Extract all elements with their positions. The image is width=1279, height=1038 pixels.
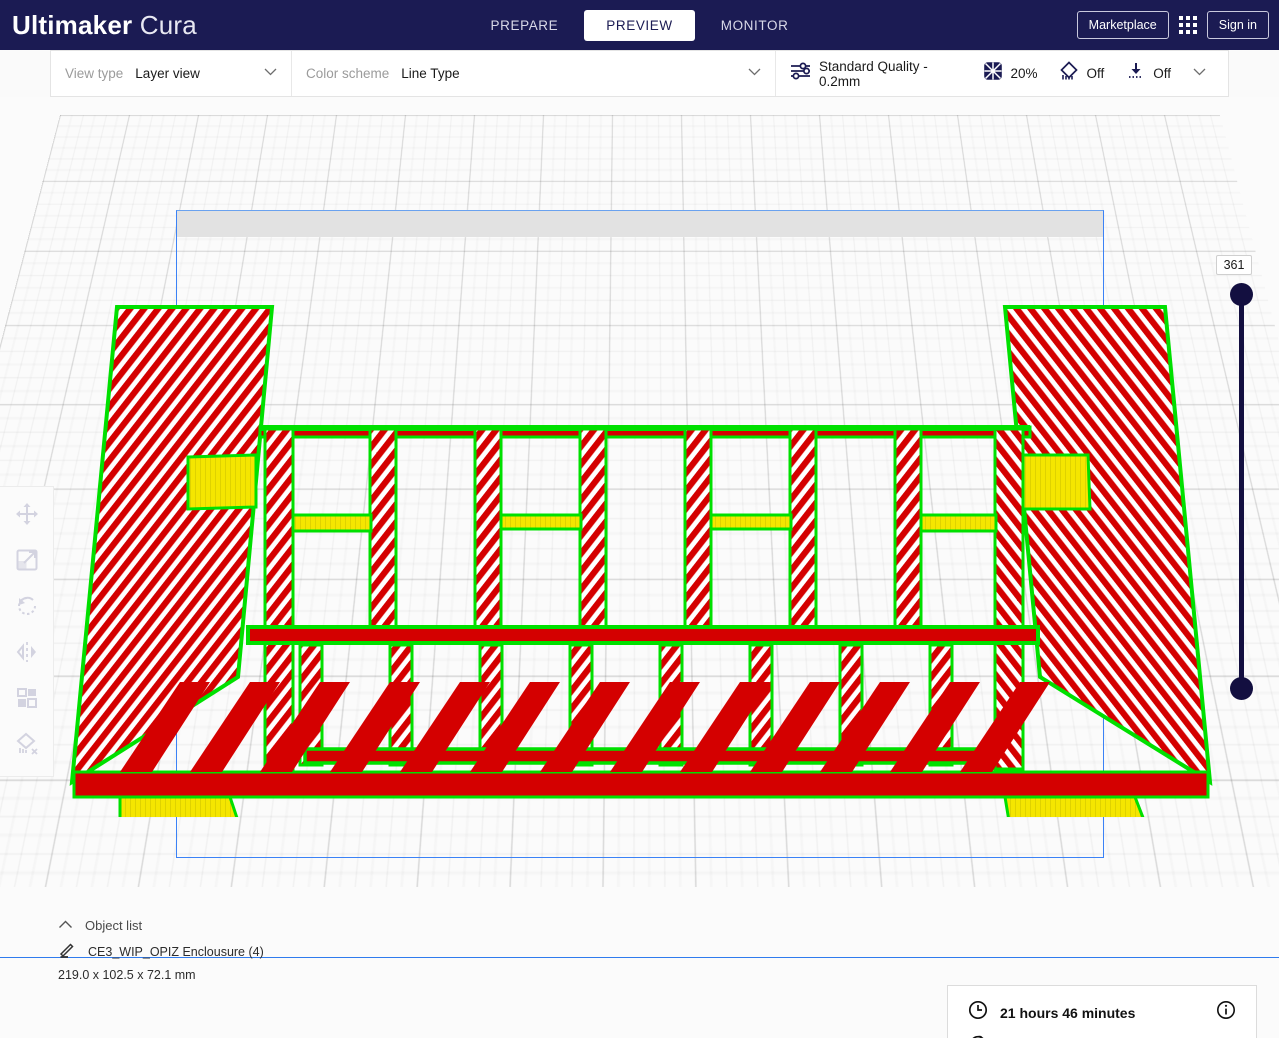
view-type-dropdown[interactable]: View type Layer view	[51, 51, 291, 96]
scale-tool[interactable]	[10, 545, 44, 579]
rotate-tool[interactable]	[10, 591, 44, 625]
adhesion-setting[interactable]: Off	[1126, 61, 1171, 86]
adhesion-value: Off	[1153, 66, 1171, 81]
print-setup-dropdown[interactable]: Standard Quality - 0.2mm 20% Off Off	[775, 51, 1228, 96]
tab-prepare[interactable]: PREPARE	[469, 10, 581, 41]
color-scheme-value: Line Type	[401, 66, 460, 81]
print-time-value: 21 hours 46 minutes	[1000, 1004, 1136, 1021]
header-actions: Marketplace Sign in	[1076, 0, 1269, 50]
per-model-settings-tool[interactable]	[10, 684, 44, 718]
adhesion-icon	[1126, 61, 1146, 86]
print-job-card: 21 hours 46 minutes	[947, 985, 1257, 1038]
object-dimensions: 219.0 x 102.5 x 72.1 mm	[58, 968, 196, 982]
tab-preview[interactable]: PREVIEW	[584, 9, 695, 41]
app-title: Ultimaker Cura	[12, 10, 197, 41]
model-floor	[72, 682, 1210, 817]
app-header: Ultimaker Cura PREPARE PREVIEW MONITOR M…	[0, 0, 1279, 50]
cura-window: Ultimaker Cura PREPARE PREVIEW MONITOR M…	[0, 0, 1279, 1038]
build-plate-viewport[interactable]: 361 Object list CE3_WIP_OPIZ Enclousure …	[0, 97, 1279, 1038]
view-type-label: View type	[65, 66, 124, 81]
infill-value: 20%	[1010, 66, 1038, 81]
brand-bold: Ultimaker	[12, 9, 133, 40]
model-right-panel	[1002, 305, 1213, 786]
move-tool[interactable]	[10, 499, 44, 533]
support-value: Off	[1086, 66, 1105, 81]
chevron-up-icon	[58, 916, 73, 934]
edit-pencil-icon[interactable]	[58, 941, 76, 964]
scale-icon	[15, 548, 39, 577]
layer-slider[interactable]: 361	[1216, 255, 1266, 885]
tab-monitor[interactable]: MONITOR	[699, 10, 811, 41]
view-type-value: Layer view	[135, 66, 200, 81]
mirror-icon	[15, 640, 39, 669]
object-list-toggle[interactable]: Object list	[58, 912, 478, 938]
per-model-settings-icon	[15, 686, 39, 715]
material-row: 100g · 33.54m	[968, 1033, 1236, 1038]
settings-bar: View type Layer view Color scheme Line T…	[50, 50, 1229, 97]
marketplace-button[interactable]: Marketplace	[1076, 11, 1169, 39]
object-name: CE3_WIP_OPIZ Enclousure (4)	[88, 945, 264, 959]
infill-setting[interactable]: 20%	[983, 61, 1037, 86]
color-scheme-label: Color scheme	[306, 66, 390, 81]
mirror-tool[interactable]	[10, 638, 44, 672]
info-icon[interactable]	[1216, 1000, 1236, 1025]
support-blocker-tool[interactable]	[10, 730, 44, 764]
rotate-icon	[15, 594, 39, 623]
support-icon	[1059, 61, 1079, 86]
quality-value: Standard Quality - 0.2mm	[819, 58, 928, 89]
sliced-model-preview	[69, 305, 1213, 817]
support-blocker-icon	[15, 732, 39, 761]
move-icon	[15, 502, 39, 531]
color-scheme-dropdown[interactable]: Color scheme Line Type	[291, 51, 775, 96]
sliders-icon	[790, 62, 812, 85]
left-toolbar	[0, 486, 54, 777]
layer-slider-upper-handle[interactable]	[1230, 283, 1253, 306]
support-setting[interactable]: Off	[1059, 61, 1104, 86]
object-list-item[interactable]: CE3_WIP_OPIZ Enclousure (4)	[58, 938, 478, 966]
sign-in-button[interactable]: Sign in	[1206, 11, 1269, 39]
quality-setting[interactable]: Standard Quality - 0.2mm	[790, 59, 961, 89]
brand-light: Cura	[139, 9, 197, 40]
print-time-row: 21 hours 46 minutes	[968, 1000, 1236, 1025]
filament-spool-icon	[968, 1033, 988, 1038]
object-list-title: Object list	[85, 917, 143, 933]
layer-slider-value: 361	[1216, 255, 1252, 275]
object-list-panel: Object list CE3_WIP_OPIZ Enclousure (4) …	[58, 912, 478, 983]
layer-slider-track[interactable]	[1239, 293, 1244, 688]
chevron-down-icon	[264, 68, 277, 79]
chevron-down-icon	[748, 68, 761, 79]
apps-grid-icon[interactable]	[1178, 16, 1197, 34]
infill-icon	[983, 61, 1003, 86]
clock-icon	[968, 1000, 988, 1025]
layer-slider-lower-handle[interactable]	[1230, 677, 1253, 700]
chevron-down-icon	[1193, 68, 1206, 79]
